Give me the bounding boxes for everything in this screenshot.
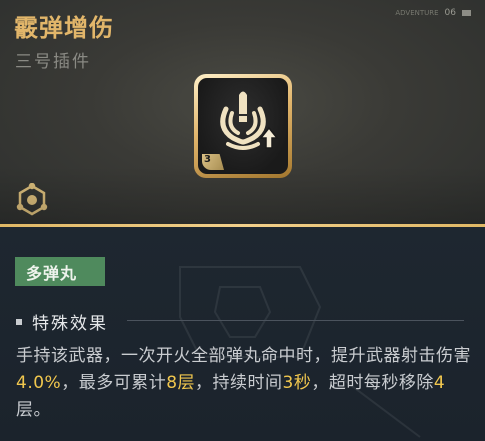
square-bullet-icon [16, 318, 22, 325]
item-detail-card: 霰弹增伤 三号插件 ADVENTURE 06 3 多弹丸 特殊效果 手持该武器，… [0, 0, 485, 441]
desc-text-2: ，最多可累计 [61, 373, 167, 393]
desc-value-duration: 3秒 [282, 373, 312, 393]
desc-value-damage: 4.0% [16, 373, 62, 393]
item-header-panel: 霰弹增伤 三号插件 ADVENTURE 06 3 [0, 0, 485, 226]
item-title: 霰弹增伤 [14, 14, 114, 42]
desc-text-3: ，持续时间 [195, 373, 283, 393]
desc-value-stacks: 8层 [166, 373, 196, 393]
item-level: 3 [204, 154, 211, 165]
desc-text-1: 手持该武器，一次开火全部弹丸命中时，提升武器射击伤害 [16, 346, 471, 366]
section-title: 特殊效果 [32, 314, 108, 334]
item-effects-panel: 多弹丸 特殊效果 手持该武器，一次开火全部弹丸命中时，提升武器射击伤害4.0%，… [0, 227, 485, 441]
section-divider [127, 320, 464, 321]
desc-text-5: 层。 [16, 400, 51, 420]
item-icon-frame[interactable]: 3 [194, 74, 292, 178]
section-header: 特殊效果 [16, 309, 108, 334]
item-subtitle: 三号插件 [15, 52, 91, 72]
desc-value-remove: 4 [433, 373, 446, 393]
corner-bar-icon [462, 10, 471, 16]
item-icon-inner: 3 [198, 78, 288, 174]
corner-number: 06 [444, 8, 456, 18]
effect-description: 手持该武器，一次开火全部弹丸命中时，提升武器射击伤害 4.0%，最多可累计8层，持… [16, 343, 471, 424]
corner-info: ADVENTURE 06 [395, 8, 471, 18]
hexagon-node-icon [16, 183, 48, 216]
desc-text-4: ，超时每秒移除 [311, 373, 434, 393]
category-tag: 多弹丸 [15, 257, 105, 286]
corner-label: ADVENTURE [395, 9, 439, 17]
